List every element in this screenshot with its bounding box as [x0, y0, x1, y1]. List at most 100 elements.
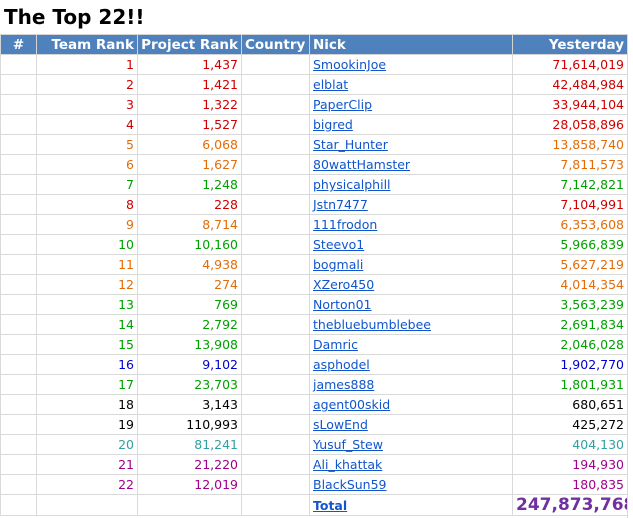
yesterday-cell[interactable]: 1,902,770 — [512, 354, 628, 375]
country-cell[interactable] — [241, 374, 310, 395]
header-country[interactable]: Country — [241, 34, 310, 55]
team-rank-cell[interactable]: 14 — [36, 314, 138, 335]
country-cell[interactable] — [241, 254, 310, 275]
index-cell[interactable] — [0, 294, 37, 315]
team-rank-cell[interactable]: 18 — [36, 394, 138, 415]
total-value-cell[interactable]: 247,873,768 — [512, 494, 628, 516]
index-cell[interactable] — [0, 134, 37, 155]
nick-link[interactable]: Ali_khattak — [313, 457, 382, 472]
yesterday-cell[interactable]: 6,353,608 — [512, 214, 628, 235]
team-rank-cell[interactable]: 11 — [36, 254, 138, 275]
nick-cell[interactable]: 111frodon — [309, 214, 513, 235]
nick-cell[interactable]: asphodel — [309, 354, 513, 375]
team-rank-cell[interactable]: 10 — [36, 234, 138, 255]
nick-cell[interactable]: Yusuf_Stew — [309, 434, 513, 455]
nick-link[interactable]: Jstn7477 — [313, 197, 368, 212]
nick-cell[interactable]: Steevo1 — [309, 234, 513, 255]
project-rank-cell[interactable]: 3,143 — [137, 394, 242, 415]
team-rank-cell[interactable]: 3 — [36, 94, 138, 115]
country-cell[interactable] — [241, 394, 310, 415]
project-rank-cell[interactable]: 1,322 — [137, 94, 242, 115]
nick-cell[interactable]: Norton01 — [309, 294, 513, 315]
yesterday-cell[interactable]: 425,272 — [512, 414, 628, 435]
yesterday-cell[interactable]: 42,484,984 — [512, 74, 628, 95]
nick-cell[interactable]: agent00skid — [309, 394, 513, 415]
index-cell[interactable] — [0, 354, 37, 375]
index-cell[interactable] — [0, 114, 37, 135]
nick-link[interactable]: Steevo1 — [313, 237, 364, 252]
nick-cell[interactable]: PaperClip — [309, 94, 513, 115]
nick-link[interactable]: PaperClip — [313, 97, 372, 112]
nick-link[interactable]: elblat — [313, 77, 348, 92]
index-cell[interactable] — [0, 454, 37, 475]
nick-cell[interactable]: elblat — [309, 74, 513, 95]
nick-cell[interactable]: sLowEnd — [309, 414, 513, 435]
project-rank-cell[interactable]: 9,102 — [137, 354, 242, 375]
index-cell[interactable] — [0, 334, 37, 355]
team-rank-cell[interactable]: 15 — [36, 334, 138, 355]
team-rank-cell[interactable]: 20 — [36, 434, 138, 455]
index-cell[interactable] — [0, 274, 37, 295]
project-rank-cell[interactable]: 8,714 — [137, 214, 242, 235]
index-cell[interactable] — [0, 74, 37, 95]
nick-link[interactable]: thebluebumblebee — [313, 317, 431, 332]
yesterday-cell[interactable]: 1,801,931 — [512, 374, 628, 395]
nick-cell[interactable]: Jstn7477 — [309, 194, 513, 215]
team-rank-cell[interactable]: 21 — [36, 454, 138, 475]
index-cell[interactable] — [0, 194, 37, 215]
team-rank-cell[interactable]: 12 — [36, 274, 138, 295]
team-rank-cell[interactable]: 1 — [36, 54, 138, 75]
total-country-cell[interactable] — [241, 494, 310, 516]
nick-link[interactable]: sLowEnd — [313, 417, 368, 432]
country-cell[interactable] — [241, 74, 310, 95]
country-cell[interactable] — [241, 114, 310, 135]
team-rank-cell[interactable]: 13 — [36, 294, 138, 315]
project-rank-cell[interactable]: 12,019 — [137, 474, 242, 495]
yesterday-cell[interactable]: 680,651 — [512, 394, 628, 415]
index-cell[interactable] — [0, 434, 37, 455]
country-cell[interactable] — [241, 214, 310, 235]
nick-link[interactable]: BlackSun59 — [313, 477, 387, 492]
country-cell[interactable] — [241, 54, 310, 75]
yesterday-cell[interactable]: 2,691,834 — [512, 314, 628, 335]
project-rank-cell[interactable]: 110,993 — [137, 414, 242, 435]
nick-link[interactable]: 80wattHamster — [313, 157, 410, 172]
yesterday-cell[interactable]: 4,014,354 — [512, 274, 628, 295]
index-cell[interactable] — [0, 474, 37, 495]
yesterday-cell[interactable]: 3,563,239 — [512, 294, 628, 315]
project-rank-cell[interactable]: 4,938 — [137, 254, 242, 275]
country-cell[interactable] — [241, 414, 310, 435]
project-rank-cell[interactable]: 23,703 — [137, 374, 242, 395]
nick-link[interactable]: bogmali — [313, 257, 363, 272]
nick-link[interactable]: Damric — [313, 337, 358, 352]
team-rank-cell[interactable]: 17 — [36, 374, 138, 395]
team-rank-cell[interactable]: 6 — [36, 154, 138, 175]
index-cell[interactable] — [0, 154, 37, 175]
project-rank-cell[interactable]: 1,248 — [137, 174, 242, 195]
country-cell[interactable] — [241, 234, 310, 255]
project-rank-cell[interactable]: 2,792 — [137, 314, 242, 335]
country-cell[interactable] — [241, 474, 310, 495]
yesterday-cell[interactable]: 71,614,019 — [512, 54, 628, 75]
project-rank-cell[interactable]: 13,908 — [137, 334, 242, 355]
index-cell[interactable] — [0, 234, 37, 255]
country-cell[interactable] — [241, 134, 310, 155]
nick-cell[interactable]: james888 — [309, 374, 513, 395]
header-index[interactable]: # — [0, 34, 37, 55]
country-cell[interactable] — [241, 274, 310, 295]
index-cell[interactable] — [0, 94, 37, 115]
project-rank-cell[interactable]: 10,160 — [137, 234, 242, 255]
nick-cell[interactable]: Damric — [309, 334, 513, 355]
yesterday-cell[interactable]: 5,966,839 — [512, 234, 628, 255]
team-rank-cell[interactable]: 7 — [36, 174, 138, 195]
yesterday-cell[interactable]: 7,142,821 — [512, 174, 628, 195]
nick-link[interactable]: Star_Hunter — [313, 137, 388, 152]
yesterday-cell[interactable]: 180,835 — [512, 474, 628, 495]
country-cell[interactable] — [241, 94, 310, 115]
index-cell[interactable] — [0, 314, 37, 335]
total-label-cell[interactable]: Total — [309, 494, 513, 516]
project-rank-cell[interactable]: 274 — [137, 274, 242, 295]
team-rank-cell[interactable]: 22 — [36, 474, 138, 495]
nick-link[interactable]: SmookinJoe — [313, 57, 386, 72]
index-cell[interactable] — [0, 254, 37, 275]
